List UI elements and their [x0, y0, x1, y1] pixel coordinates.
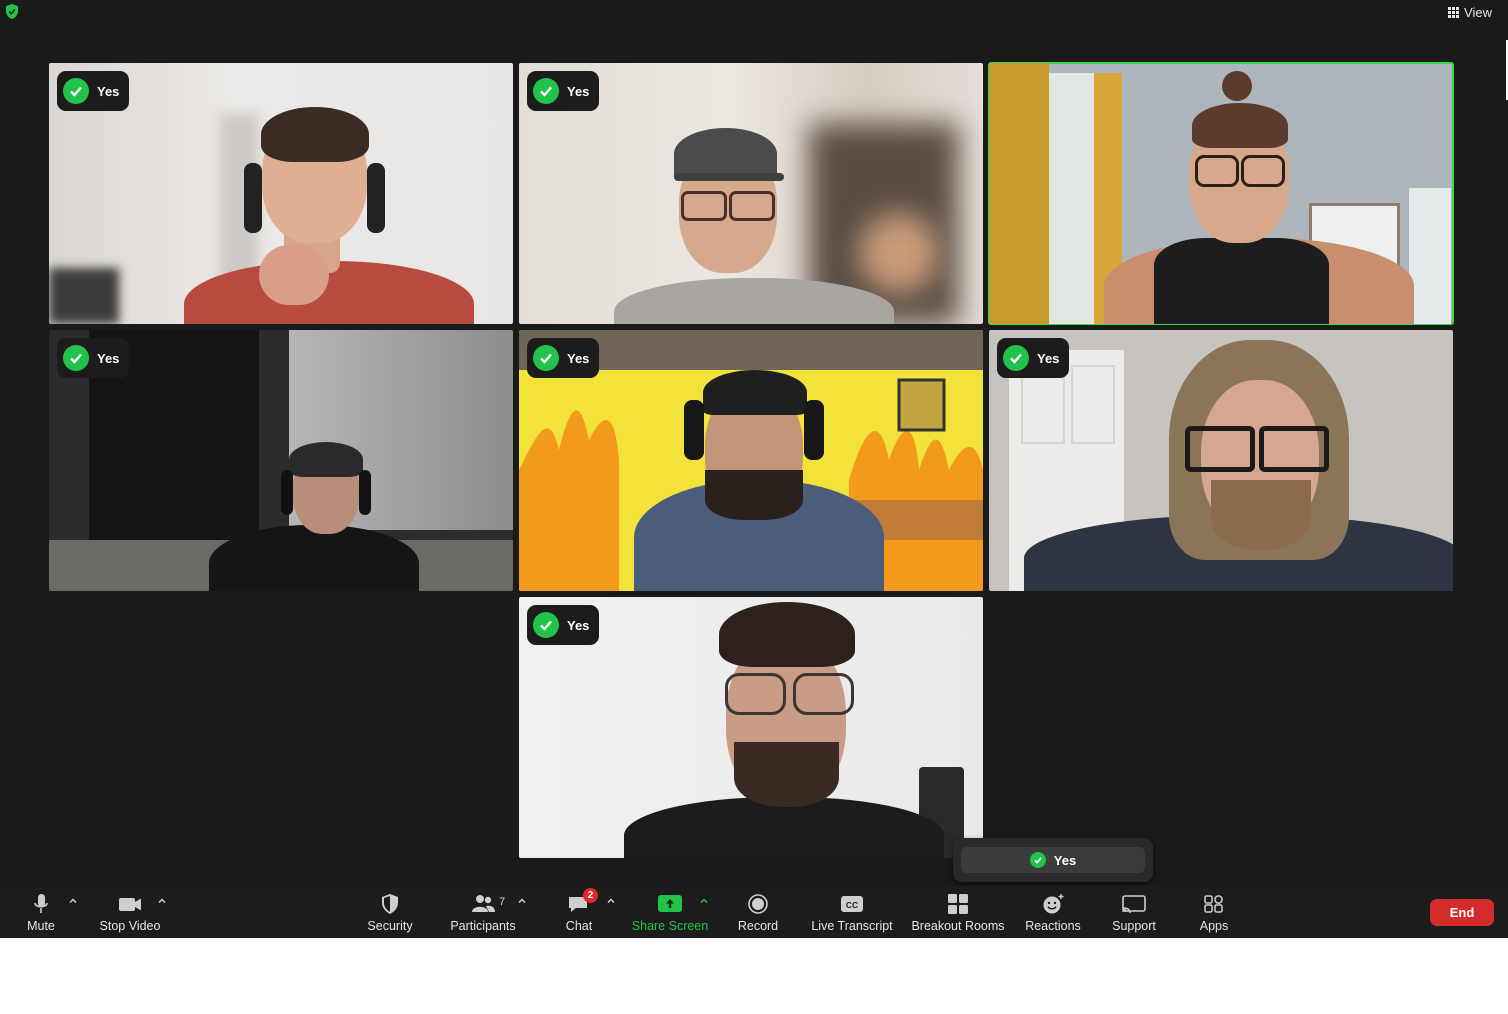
- reactions-label: Reactions: [1025, 919, 1081, 933]
- support-button[interactable]: Support: [1106, 886, 1162, 938]
- checkmark-icon: [63, 345, 89, 371]
- meeting-toolbar: Mute Stop Video Security Participants 7 …: [0, 886, 1508, 938]
- shield-icon[interactable]: [4, 3, 20, 20]
- record-button[interactable]: Record: [734, 886, 782, 938]
- reaction-popup: Yes: [953, 838, 1153, 882]
- checkmark-icon: [1029, 852, 1046, 868]
- breakout-rooms-icon: [948, 894, 968, 914]
- status-label: Yes: [567, 350, 590, 366]
- end-meeting-button[interactable]: End: [1430, 899, 1494, 926]
- shield-icon: [382, 894, 398, 914]
- checkmark-icon: [533, 612, 559, 638]
- share-screen-label: Share Screen: [631, 919, 709, 933]
- status-badge: Yes: [57, 71, 130, 111]
- chevron-up-icon[interactable]: [606, 896, 616, 906]
- yes-reaction-button[interactable]: Yes: [961, 847, 1145, 873]
- view-label: View: [1464, 4, 1492, 20]
- status-badge: Yes: [527, 605, 600, 645]
- grid-view-icon: [1448, 6, 1460, 18]
- record-label: Record: [737, 919, 779, 933]
- chat-unread-badge: 2: [583, 888, 598, 903]
- chevron-up-icon[interactable]: [517, 896, 527, 906]
- participants-button[interactable]: Participants: [446, 886, 520, 938]
- status-badge: Yes: [57, 338, 130, 378]
- participants-count: 7: [499, 896, 506, 908]
- video-tile-participant-1[interactable]: Yes: [49, 63, 513, 324]
- share-screen-icon: [658, 895, 682, 912]
- mute-button[interactable]: Mute: [14, 886, 68, 938]
- svg-text:CC: CC: [846, 900, 858, 910]
- microphone-icon: [34, 894, 48, 913]
- live-transcript-label: Live Transcript: [811, 919, 893, 933]
- participants-label: Participants: [450, 919, 516, 933]
- reactions-button[interactable]: Reactions: [1023, 886, 1083, 938]
- status-badge: Yes: [527, 71, 600, 111]
- chevron-up-icon[interactable]: [157, 896, 167, 906]
- security-button[interactable]: Security: [362, 886, 418, 938]
- closed-caption-icon: CC: [841, 896, 863, 912]
- video-tile-participant-7[interactable]: Yes: [519, 597, 983, 858]
- security-label: Security: [367, 919, 413, 933]
- chat-label: Chat: [565, 919, 593, 933]
- video-tile-participant-5[interactable]: Yes: [519, 330, 983, 591]
- video-tile-participant-2[interactable]: Yes: [519, 63, 983, 324]
- status-label: Yes: [567, 617, 590, 633]
- share-screen-button[interactable]: Share Screen: [628, 886, 712, 938]
- video-camera-icon: [119, 898, 141, 911]
- view-button[interactable]: View: [1448, 3, 1492, 21]
- apps-button[interactable]: Apps: [1192, 886, 1236, 938]
- breakout-rooms-button[interactable]: Breakout Rooms: [910, 886, 1006, 938]
- apps-label: Apps: [1199, 919, 1229, 933]
- reaction-label: Yes: [1053, 852, 1077, 868]
- checkmark-icon: [63, 78, 89, 104]
- status-badge: Yes: [997, 338, 1070, 378]
- checkmark-icon: [533, 345, 559, 371]
- checkmark-icon: [1003, 345, 1029, 371]
- status-label: Yes: [1037, 350, 1060, 366]
- status-label: Yes: [97, 83, 120, 99]
- breakout-rooms-label: Breakout Rooms: [911, 919, 1005, 933]
- stop-video-button[interactable]: Stop Video: [95, 886, 165, 938]
- meeting-window: View Yes Yes Yes Yes Yes Yes Yes Mute St…: [0, 0, 1508, 938]
- video-tile-participant-3[interactable]: [988, 62, 1454, 325]
- live-transcript-button[interactable]: CC Live Transcript: [808, 886, 896, 938]
- checkmark-icon: [533, 78, 559, 104]
- smiley-icon: [1043, 894, 1064, 914]
- status-label: Yes: [567, 83, 590, 99]
- cast-screen-icon: [1122, 895, 1146, 914]
- mute-label: Mute: [27, 919, 55, 933]
- video-tile-participant-6[interactable]: Yes: [989, 330, 1453, 591]
- chevron-up-icon[interactable]: [699, 896, 709, 906]
- participants-icon: [472, 895, 495, 912]
- status-badge: Yes: [527, 338, 600, 378]
- video-tile-participant-4[interactable]: Yes: [49, 330, 513, 591]
- record-icon: [748, 894, 768, 914]
- support-label: Support: [1112, 919, 1156, 933]
- apps-icon: [1204, 895, 1223, 913]
- chevron-up-icon[interactable]: [68, 896, 78, 906]
- status-label: Yes: [97, 350, 120, 366]
- stop-video-label: Stop Video: [99, 919, 161, 933]
